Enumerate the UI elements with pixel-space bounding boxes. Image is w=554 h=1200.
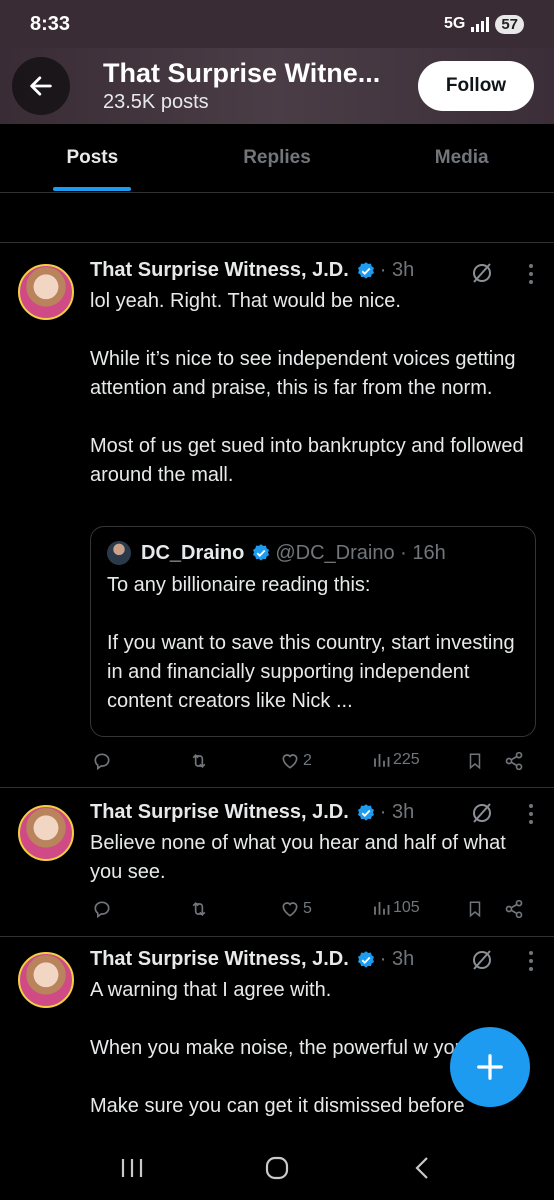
post-paragraph: Most of us get sued into bankruptcy and … bbox=[90, 435, 524, 486]
quoted-handle: @DC_Draino · 16h bbox=[275, 541, 446, 564]
verified-badge-icon bbox=[356, 803, 376, 823]
repost-icon bbox=[192, 753, 206, 769]
recent-apps-button[interactable] bbox=[102, 1148, 162, 1188]
post-paragraph: lol yeah. Right. That would be nice. bbox=[90, 290, 401, 312]
post-count: 23.5K posts bbox=[103, 91, 209, 113]
post-header: That Surprise Witness, J.D. · 3h bbox=[90, 948, 534, 971]
post-time: · 3h bbox=[379, 801, 415, 823]
quoted-paragraph: To any billionaire reading this: bbox=[107, 574, 371, 596]
home-circle-icon bbox=[265, 1156, 289, 1179]
heart-icon bbox=[282, 754, 298, 769]
share-icon bbox=[505, 751, 523, 771]
views-icon bbox=[374, 754, 390, 767]
page-title: That Surprise Witne... bbox=[103, 58, 381, 88]
views-button[interactable]: 225 bbox=[372, 751, 420, 769]
like-count: 5 bbox=[303, 900, 312, 917]
views-icon bbox=[374, 902, 390, 915]
share-button[interactable] bbox=[504, 751, 524, 771]
verified-badge-icon bbox=[356, 950, 376, 970]
status-indicators: 5G 57 bbox=[443, 14, 524, 34]
view-count: 225 bbox=[393, 751, 420, 768]
post-text: A warning that I agree with. When you ma… bbox=[90, 976, 474, 1121]
repost-button[interactable] bbox=[188, 899, 210, 919]
battery-icon: 57 bbox=[495, 14, 524, 34]
quoted-paragraph: If you want to save this country, start … bbox=[107, 632, 515, 712]
grok-icon[interactable] bbox=[470, 948, 494, 977]
bookmark-icon bbox=[469, 901, 481, 918]
more-vertical-icon[interactable] bbox=[528, 803, 534, 829]
network-label: 5G bbox=[443, 15, 466, 32]
arrow-left-icon bbox=[30, 76, 52, 96]
recent-apps-icon bbox=[122, 1158, 143, 1177]
share-icon bbox=[505, 899, 523, 919]
tab-replies[interactable]: Replies bbox=[185, 124, 370, 192]
post-actions: 2 225 bbox=[90, 751, 530, 777]
bookmark-icon bbox=[469, 753, 481, 770]
post-text: Believe none of what you hear and half o… bbox=[90, 829, 528, 887]
reply-icon bbox=[94, 901, 110, 919]
like-button[interactable]: 2 bbox=[280, 751, 312, 771]
chevron-left-icon bbox=[415, 1156, 428, 1179]
post-text: lol yeah. Right. That would be nice. Whi… bbox=[90, 287, 528, 490]
avatar[interactable] bbox=[18, 952, 74, 1008]
reply-button[interactable] bbox=[92, 751, 112, 771]
author-name[interactable]: That Surprise Witness, J.D. bbox=[90, 259, 349, 282]
post-header: That Surprise Witness, J.D. · 3h bbox=[90, 801, 534, 824]
verified-badge-icon bbox=[251, 543, 271, 563]
quoted-post-header: DC_Draino @DC_Draino · 16h bbox=[107, 541, 519, 565]
post-paragraph: When you make noise, the powerful w you. bbox=[90, 1037, 472, 1059]
grok-icon[interactable] bbox=[470, 261, 494, 290]
tab-media[interactable]: Media bbox=[369, 124, 554, 192]
post-paragraph: Make sure you can get it dismissed befor… bbox=[90, 1095, 465, 1117]
profile-header: That Surprise Witne... 23.5K posts Follo… bbox=[0, 48, 554, 124]
like-button[interactable]: 5 bbox=[280, 899, 312, 919]
post-paragraph: While it’s nice to see independent voice… bbox=[90, 348, 516, 399]
quoted-text: To any billionaire reading this: If you … bbox=[107, 571, 519, 716]
reply-button[interactable] bbox=[92, 899, 112, 919]
more-vertical-icon[interactable] bbox=[528, 950, 534, 976]
more-vertical-icon[interactable] bbox=[528, 263, 534, 289]
home-button[interactable] bbox=[247, 1148, 307, 1188]
signal-icon bbox=[471, 16, 490, 32]
heart-icon bbox=[282, 902, 298, 917]
avatar[interactable] bbox=[18, 264, 74, 320]
post-time: · 3h bbox=[379, 948, 415, 970]
status-time: 8:33 bbox=[30, 12, 71, 35]
post[interactable]: That Surprise Witness, J.D. · 3h Believe… bbox=[0, 789, 554, 937]
post-paragraph: Believe none of what you hear and half o… bbox=[90, 832, 506, 883]
profile-tabs: Posts Replies Media bbox=[0, 124, 554, 193]
system-back-button[interactable] bbox=[392, 1148, 452, 1188]
grok-icon[interactable] bbox=[470, 801, 494, 830]
follow-button[interactable]: Follow bbox=[418, 61, 534, 111]
repost-button[interactable] bbox=[188, 751, 210, 771]
post[interactable]: That Surprise Witness, J.D. · 3h lol yea… bbox=[0, 243, 554, 788]
quoted-post[interactable]: DC_Draino @DC_Draino · 16h To any billio… bbox=[90, 526, 536, 737]
post-time: · 3h bbox=[379, 259, 415, 281]
avatar bbox=[107, 541, 131, 565]
share-button[interactable] bbox=[504, 899, 524, 919]
view-count: 105 bbox=[393, 899, 420, 916]
views-button[interactable]: 105 bbox=[372, 899, 420, 917]
post-paragraph: A warning that I agree with. bbox=[90, 979, 332, 1001]
reply-icon bbox=[94, 753, 110, 771]
verified-badge-icon bbox=[356, 261, 376, 281]
avatar[interactable] bbox=[18, 805, 74, 861]
plus-icon bbox=[477, 1054, 503, 1080]
bookmark-button[interactable] bbox=[466, 899, 484, 919]
compose-button[interactable] bbox=[450, 1027, 530, 1107]
author-name[interactable]: That Surprise Witness, J.D. bbox=[90, 948, 349, 971]
author-name[interactable]: That Surprise Witness, J.D. bbox=[90, 801, 349, 824]
status-bar: 8:33 5G 57 bbox=[0, 0, 554, 48]
back-button[interactable] bbox=[12, 57, 70, 115]
post-actions: 5 105 bbox=[90, 899, 530, 925]
like-count: 2 bbox=[303, 752, 312, 769]
tab-posts[interactable]: Posts bbox=[0, 124, 185, 192]
system-nav-bar bbox=[0, 1135, 554, 1200]
header-text: That Surprise Witne... 23.5K posts bbox=[103, 58, 418, 114]
bookmark-button[interactable] bbox=[466, 751, 484, 771]
repost-icon bbox=[192, 901, 206, 917]
post-header: That Surprise Witness, J.D. · 3h bbox=[90, 259, 534, 282]
quoted-author-name: DC_Draino bbox=[141, 541, 245, 564]
